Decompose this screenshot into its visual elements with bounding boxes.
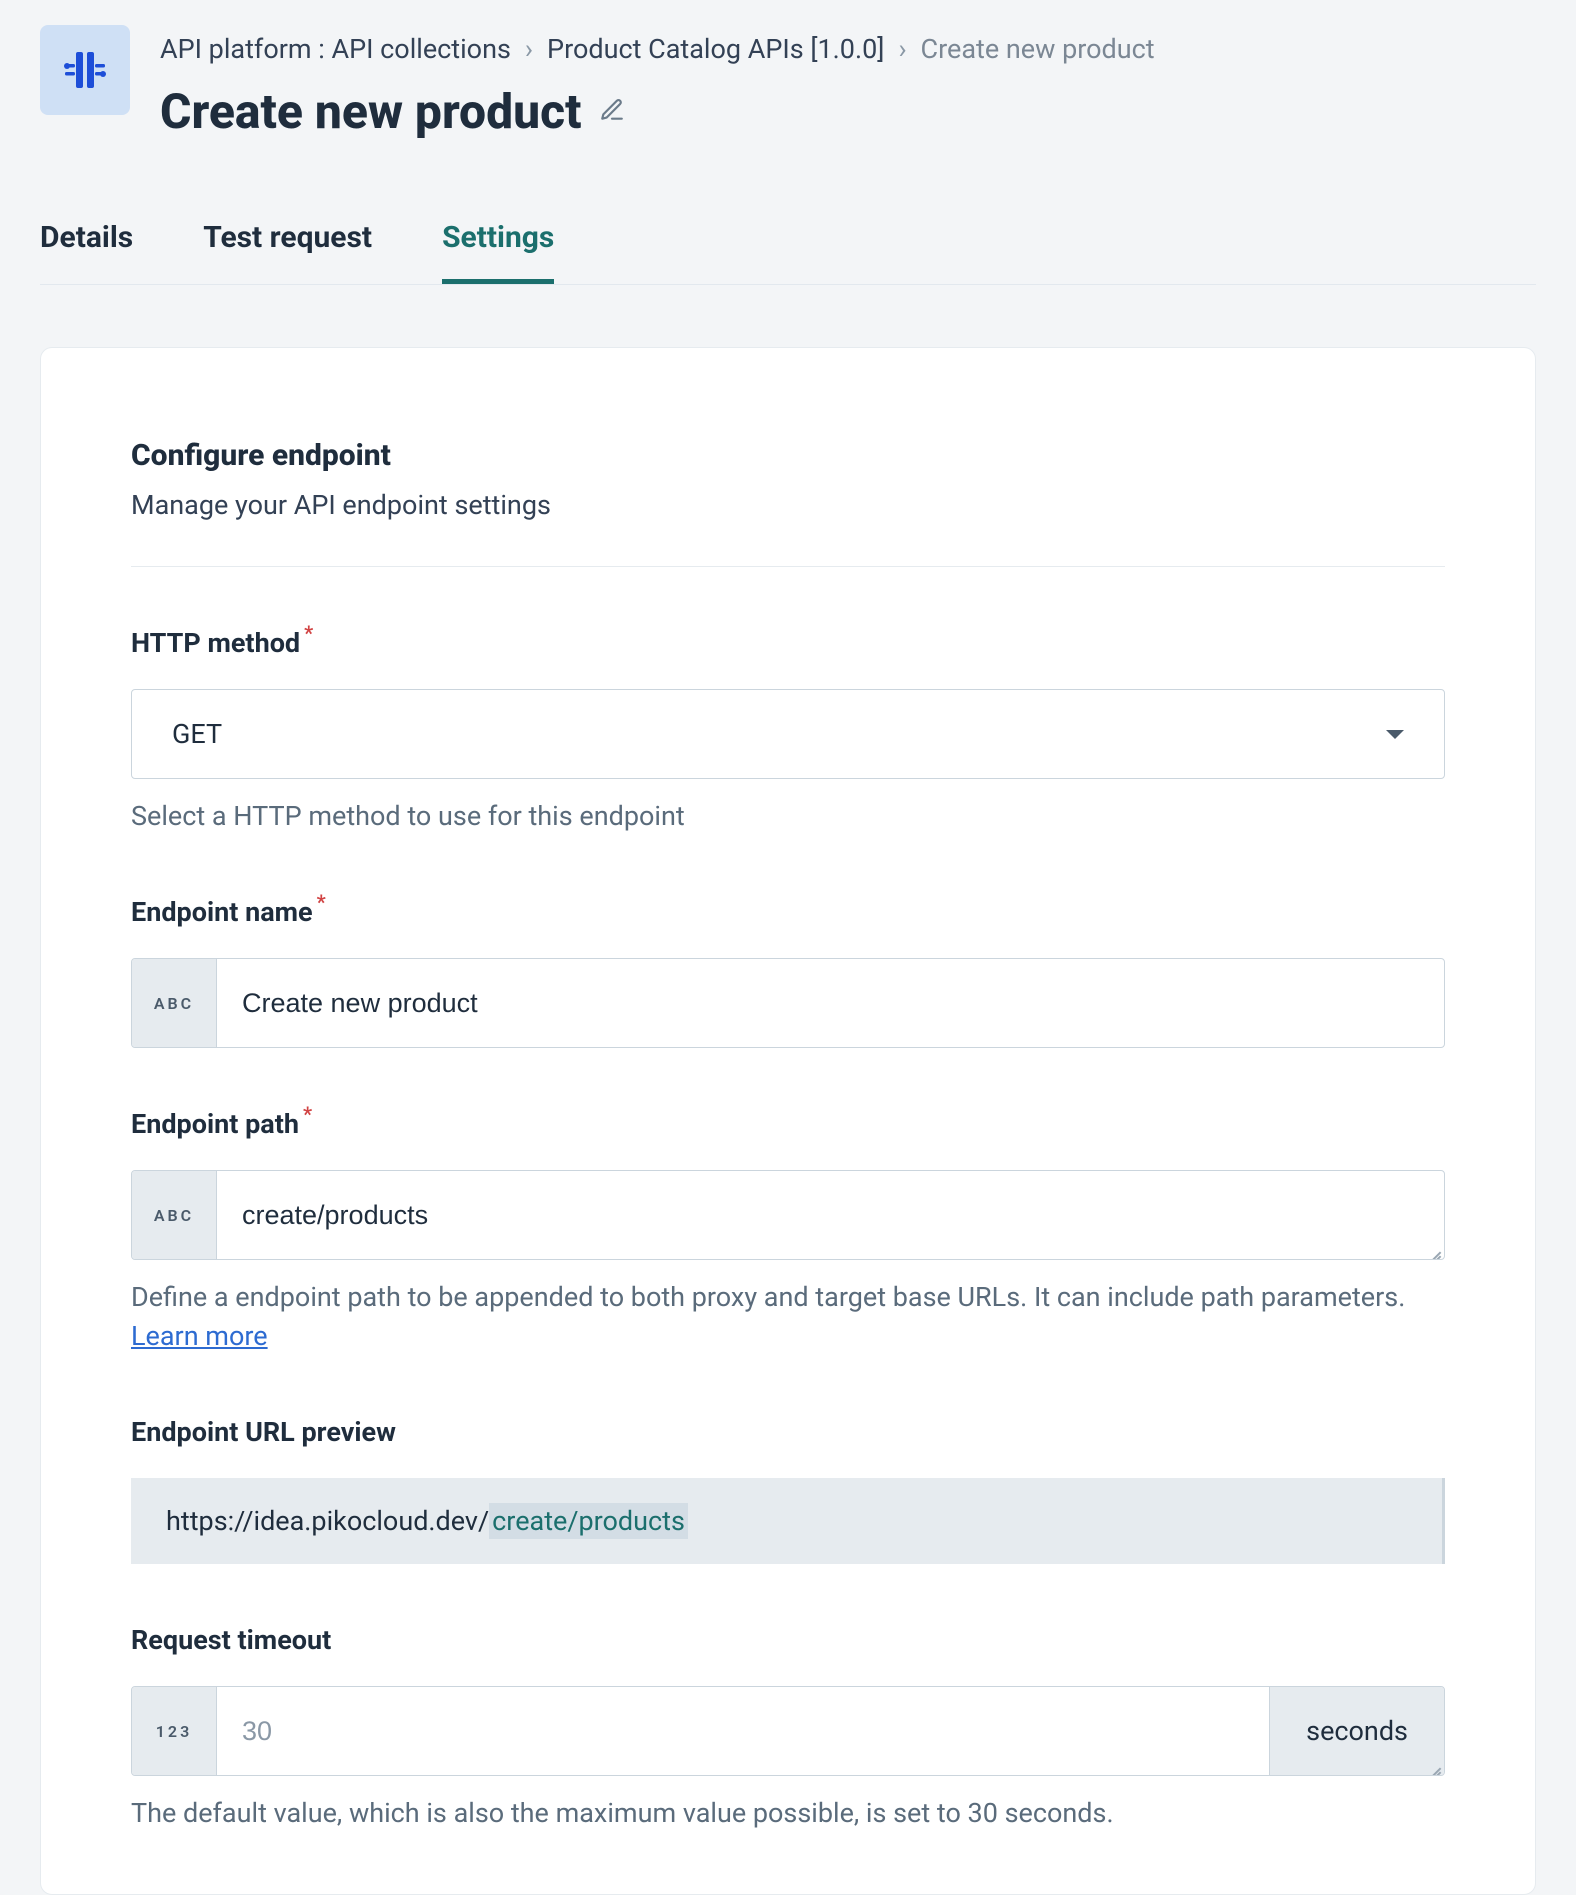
tab-settings[interactable]: Settings xyxy=(442,220,554,284)
settings-card: Configure endpoint Manage your API endpo… xyxy=(40,347,1536,1895)
page-title: Create new product xyxy=(160,83,581,140)
endpoint-path-input[interactable] xyxy=(217,1171,1444,1259)
endpoint-path-help: Define a endpoint path to be appended to… xyxy=(131,1278,1445,1356)
breadcrumb-root[interactable]: API platform : API collections xyxy=(160,33,511,65)
url-preview-highlight: create/products xyxy=(489,1503,688,1539)
endpoint-name-group: ABC xyxy=(131,958,1445,1048)
breadcrumb-collection[interactable]: Product Catalog APIs [1.0.0] xyxy=(547,33,884,65)
request-timeout-input[interactable] xyxy=(217,1687,1269,1775)
request-timeout-unit: seconds xyxy=(1269,1687,1444,1775)
http-method-label: HTTP method xyxy=(131,627,313,659)
field-endpoint-path: Endpoint path ABC Define a endpoint path… xyxy=(131,1108,1445,1356)
tabs: Details Test request Settings xyxy=(40,220,1536,285)
endpoint-name-label: Endpoint name xyxy=(131,896,326,928)
text-type-icon: ABC xyxy=(132,959,217,1047)
chevron-right-icon: › xyxy=(898,33,906,65)
field-request-timeout: Request timeout 123 seconds The default … xyxy=(131,1624,1445,1833)
field-url-preview: Endpoint URL preview https://idea.pikocl… xyxy=(131,1416,1445,1564)
endpoint-path-help-text: Define a endpoint path to be appended to… xyxy=(131,1281,1405,1313)
edit-title-icon[interactable] xyxy=(599,97,625,127)
request-timeout-group: 123 seconds xyxy=(131,1686,1445,1776)
divider xyxy=(131,566,1445,567)
http-method-help: Select a HTTP method to use for this end… xyxy=(131,797,1445,836)
number-type-icon: 123 xyxy=(132,1687,217,1775)
section-title: Configure endpoint xyxy=(131,438,1445,473)
caret-down-icon xyxy=(1386,730,1404,739)
api-icon xyxy=(40,25,130,115)
learn-more-link[interactable]: Learn more xyxy=(131,1320,268,1352)
request-timeout-label: Request timeout xyxy=(131,1624,331,1656)
http-method-select[interactable]: GET xyxy=(131,689,1445,779)
endpoint-name-input[interactable] xyxy=(217,959,1444,1047)
url-preview-box: https://idea.pikocloud.dev/create/produc… xyxy=(131,1478,1445,1564)
endpoint-path-group: ABC xyxy=(131,1170,1445,1260)
breadcrumb-current: Create new product xyxy=(921,33,1155,65)
chevron-right-icon: › xyxy=(525,33,533,65)
tab-details[interactable]: Details xyxy=(40,220,133,284)
endpoint-path-label: Endpoint path xyxy=(131,1108,312,1140)
http-method-value: GET xyxy=(172,718,222,750)
url-preview-label: Endpoint URL preview xyxy=(131,1416,396,1448)
field-endpoint-name: Endpoint name ABC xyxy=(131,896,1445,1048)
field-http-method: HTTP method GET Select a HTTP method to … xyxy=(131,627,1445,836)
tab-test-request[interactable]: Test request xyxy=(203,220,372,284)
request-timeout-help: The default value, which is also the max… xyxy=(131,1794,1445,1833)
section-subtitle: Manage your API endpoint settings xyxy=(131,489,1445,521)
url-preview-base: https://idea.pikocloud.dev/ xyxy=(166,1505,489,1537)
text-type-icon: ABC xyxy=(132,1171,217,1259)
page-header: API platform : API collections › Product… xyxy=(40,25,1536,140)
breadcrumb: API platform : API collections › Product… xyxy=(160,33,1155,65)
